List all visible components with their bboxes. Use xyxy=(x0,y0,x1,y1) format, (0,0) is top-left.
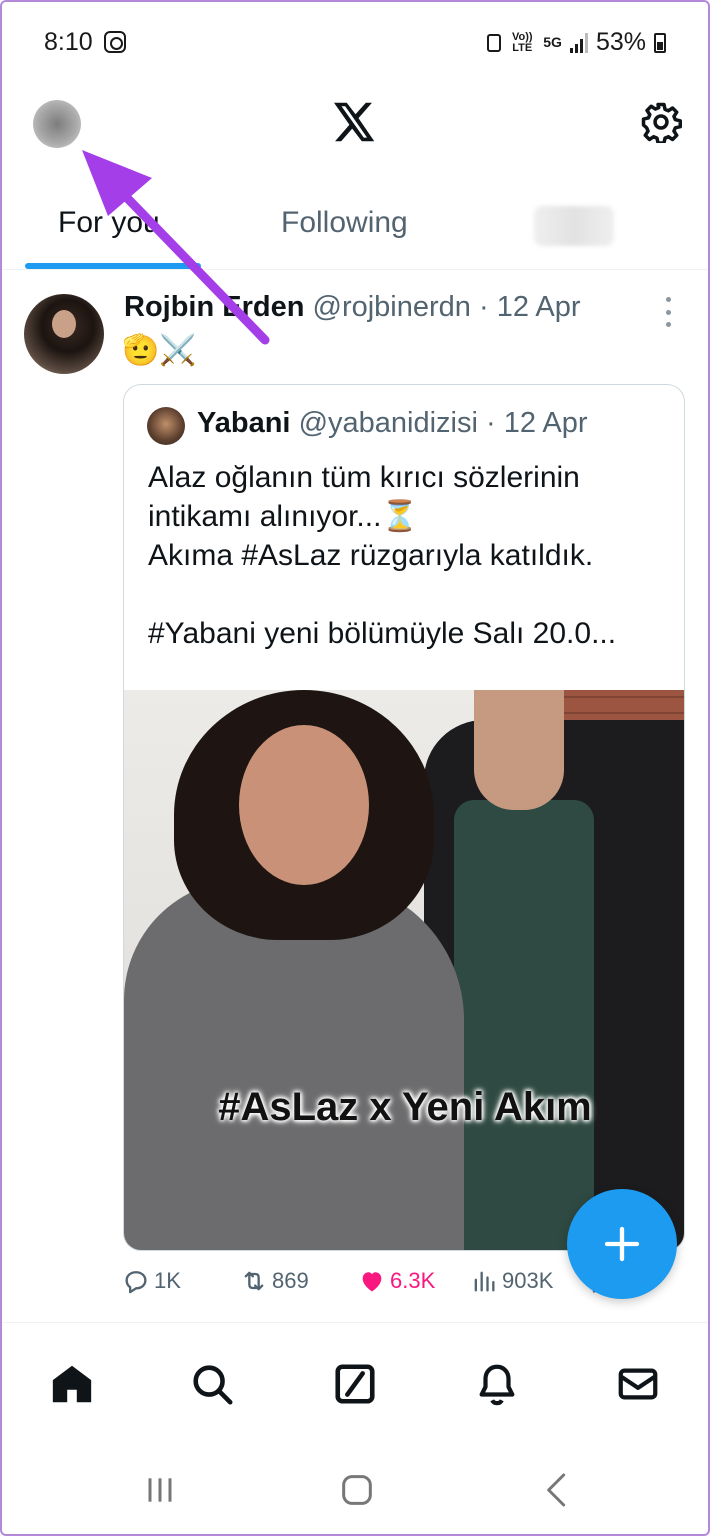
more-options-icon[interactable] xyxy=(660,297,676,327)
tweet-header: Rojbin Erden @rojbinerdn · 12 Apr xyxy=(124,291,581,324)
compose-post-button[interactable] xyxy=(567,1189,677,1299)
media-woman-face xyxy=(239,725,369,885)
author-name[interactable]: Rojbin Erden xyxy=(124,291,304,323)
x-logo-icon xyxy=(334,102,375,142)
like-button[interactable]: 6.3K xyxy=(358,1267,435,1295)
search-icon[interactable] xyxy=(189,1361,235,1407)
status-time: 8:10 xyxy=(44,28,93,56)
quoted-author-avatar xyxy=(147,407,185,445)
status-indicators: Vo)) LTE 5G 53% xyxy=(487,28,666,57)
status-bar: 8:10 Vo)) LTE 5G 53% xyxy=(0,0,710,86)
views-button[interactable]: 903K xyxy=(470,1267,553,1295)
media-person-neck xyxy=(474,690,564,810)
repost-icon xyxy=(244,1271,264,1291)
active-tab-indicator xyxy=(25,263,201,269)
system-home-icon[interactable] xyxy=(337,1470,377,1510)
like-count: 6.3K xyxy=(390,1268,436,1293)
reply-button[interactable]: 1K xyxy=(122,1267,181,1295)
mail-icon[interactable] xyxy=(615,1361,661,1407)
grok-icon[interactable] xyxy=(332,1361,378,1407)
quoted-author-name: Yabani xyxy=(197,407,291,439)
tab-redacted[interactable] xyxy=(534,206,614,246)
quoted-media-video[interactable]: #AsLaz x Yeni Akım xyxy=(124,690,684,1250)
bell-icon[interactable] xyxy=(474,1361,520,1407)
author-avatar[interactable] xyxy=(24,294,104,374)
bottom-navigation xyxy=(0,1323,710,1448)
media-caption: #AsLaz x Yeni Akım xyxy=(218,1085,592,1129)
repost-count: 869 xyxy=(272,1268,309,1293)
plus-icon xyxy=(604,1226,640,1262)
quoted-tweet[interactable]: Yabani @yabanidizisi · 12 Apr Alaz oğlan… xyxy=(123,384,685,1251)
volte-indicator: Vo)) LTE xyxy=(511,30,533,54)
system-navigation-bar xyxy=(0,1448,710,1536)
quoted-tweet-text: Alaz oğlanın tüm kırıcı sözlerinin intik… xyxy=(148,461,617,650)
views-chart-icon xyxy=(474,1271,495,1292)
reply-count: 1K xyxy=(154,1268,181,1293)
app-header xyxy=(0,86,710,186)
tab-for-you[interactable]: For you xyxy=(58,206,160,240)
instagram-notification-icon xyxy=(104,31,126,53)
gear-icon[interactable] xyxy=(640,101,682,143)
views-count: 903K xyxy=(502,1268,554,1293)
quoted-tweet-date: · 12 Apr xyxy=(485,407,588,439)
tweet[interactable]: Rojbin Erden @rojbinerdn · 12 Apr 🫡⚔️ Ya… xyxy=(0,271,710,1321)
tweet-text: 🫡⚔️ xyxy=(122,334,197,367)
recents-icon[interactable] xyxy=(140,1470,180,1510)
author-handle[interactable]: @rojbinerdn xyxy=(313,291,471,323)
media-person-sweater xyxy=(454,800,594,1250)
quoted-tweet-header: Yabani @yabanidizisi · 12 Apr xyxy=(197,407,588,440)
heart-filled-icon xyxy=(362,1272,382,1292)
home-icon[interactable] xyxy=(49,1361,95,1407)
nfc-icon xyxy=(487,33,502,52)
back-icon[interactable] xyxy=(537,1470,577,1510)
battery-text: 53% xyxy=(595,28,646,56)
5g-indicator: 5G xyxy=(543,34,562,50)
quoted-author-handle: @yabanidizisi xyxy=(298,407,478,439)
tweet-date: · 12 Apr xyxy=(479,291,581,323)
signal-icon xyxy=(569,32,588,53)
tab-following[interactable]: Following xyxy=(281,206,408,240)
reply-icon xyxy=(125,1271,147,1294)
timeline-tabs: For you Following xyxy=(0,186,710,270)
profile-avatar[interactable] xyxy=(33,100,81,148)
battery-icon xyxy=(654,32,666,53)
repost-button[interactable]: 869 xyxy=(240,1267,309,1295)
